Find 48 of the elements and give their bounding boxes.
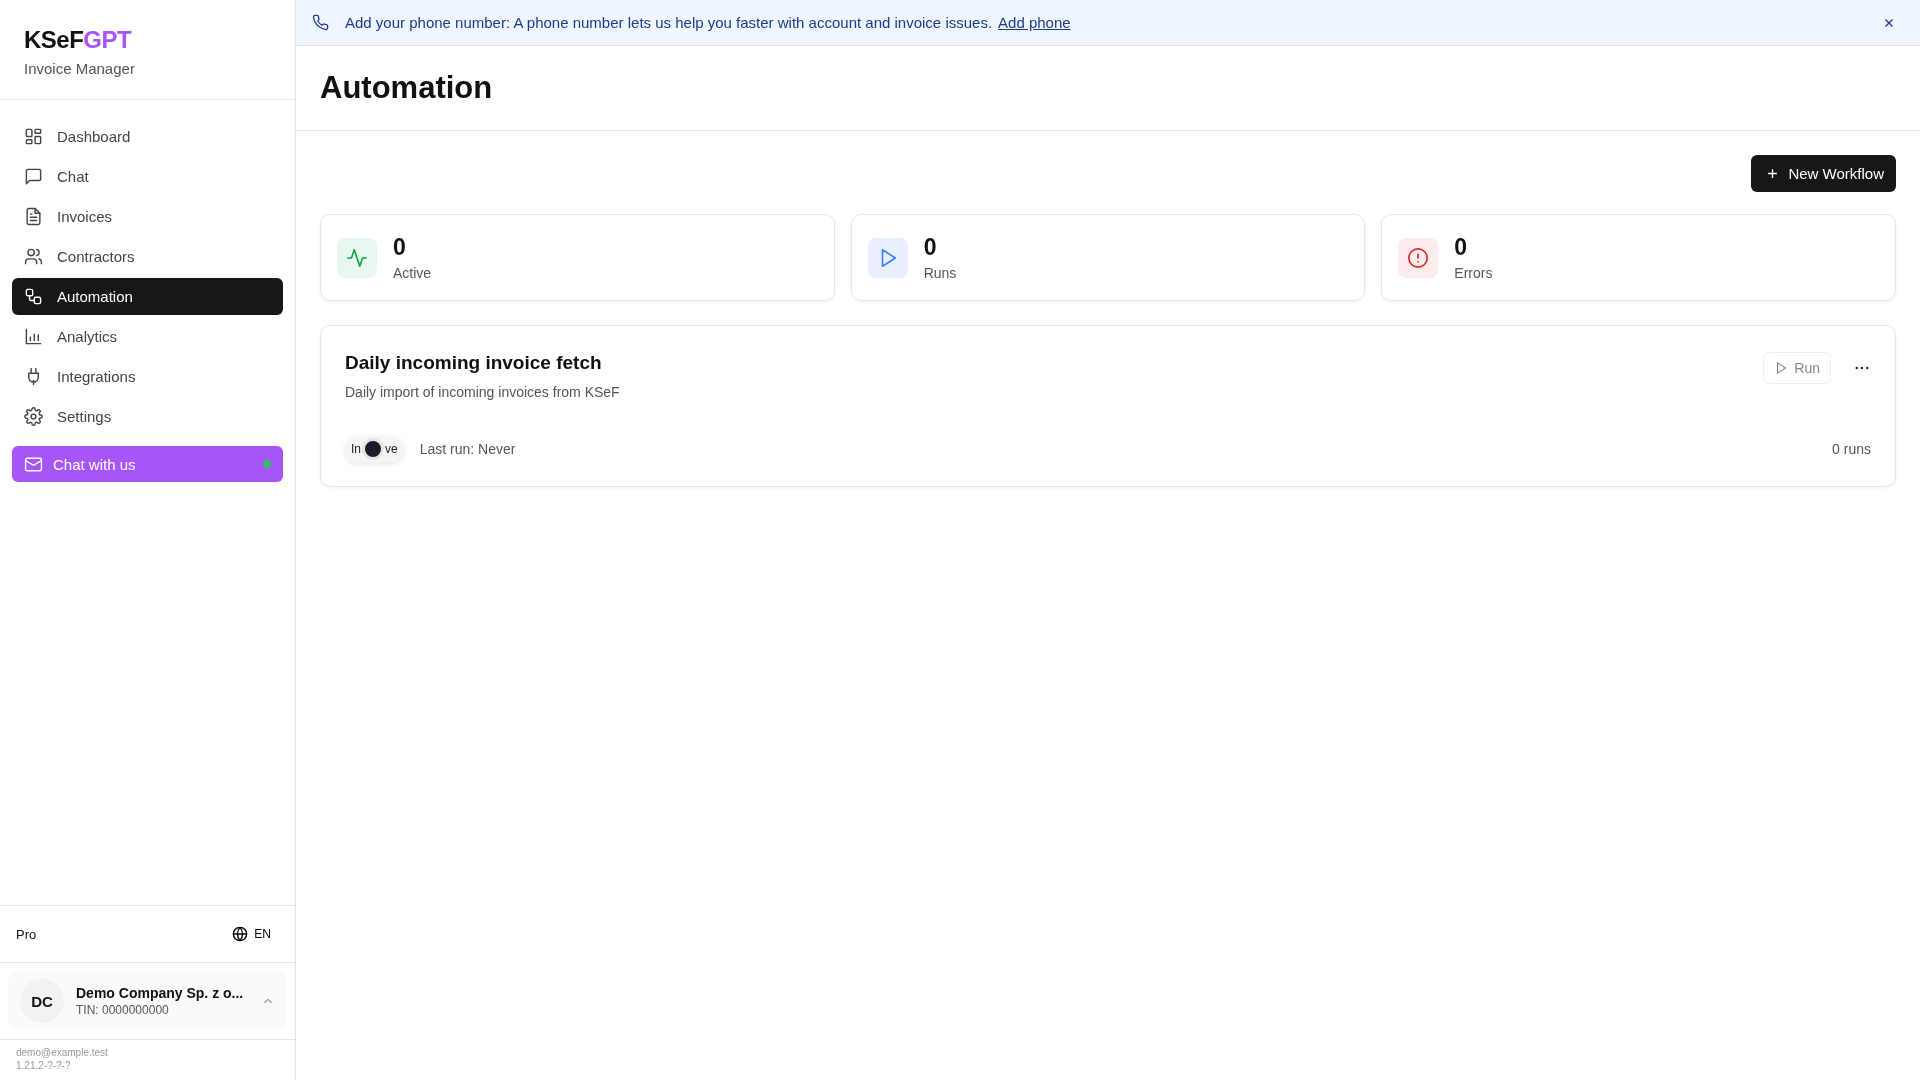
globe-icon: [232, 926, 249, 942]
nav-item[interactable]: Chat: [12, 158, 283, 195]
stat-value: 0: [393, 234, 407, 261]
workflow-description: Daily import of incoming invoices from KSeF: [345, 384, 620, 400]
logo: KSeFGPT: [24, 26, 132, 54]
workflow-icon: [24, 287, 43, 306]
company-tin: TIN: 0000000000: [76, 1003, 170, 1017]
nav-item[interactable]: Invoices: [12, 198, 283, 235]
nav-item[interactable]: Automation: [12, 278, 283, 315]
add-phone-link[interactable]: Add phone: [998, 14, 1071, 31]
banner-message: Add your phone number: A phone number lets us help you faster with account and invoice issues.: [345, 14, 993, 31]
stat-label: Runs: [923, 265, 957, 281]
nav-item[interactable]: Settings: [12, 398, 283, 435]
settings-icon: [24, 407, 43, 426]
new-workflow-button[interactable]: New Workflow: [1751, 155, 1896, 192]
play-icon: [867, 237, 908, 278]
page-title: Automation: [320, 70, 493, 106]
bar-chart-icon: [24, 327, 43, 346]
phone-icon: [312, 14, 329, 31]
plan-label: Pro: [16, 926, 37, 942]
company-switcher[interactable]: DC Demo Company Sp. z o... TIN: 0000000000: [8, 971, 287, 1031]
play-icon: [1774, 361, 1789, 375]
grid-icon: [24, 127, 43, 146]
chat-with-us-button[interactable]: Chat with us: [12, 446, 283, 482]
workflow-title: Daily incoming invoice fetch: [345, 352, 603, 374]
chat-bubble-icon: [24, 167, 43, 186]
nav-item[interactable]: Analytics: [12, 318, 283, 355]
document-icon: [24, 207, 43, 226]
stat-label: Errors: [1454, 265, 1493, 281]
nav-item[interactable]: Dashboard: [12, 118, 283, 155]
stat-value: 0: [923, 234, 938, 261]
users-icon: [24, 247, 43, 266]
active-toggle[interactable]: In ve: [345, 436, 404, 462]
last-run-text: Last run: Never: [419, 441, 516, 457]
app-subtitle: Invoice Manager: [24, 60, 136, 77]
nav-item[interactable]: Integrations: [12, 358, 283, 395]
stat-value: 0: [1454, 234, 1469, 261]
version-label: 1.21.2-?-?-?: [16, 1059, 72, 1072]
pulse-icon: [337, 237, 377, 278]
run-button[interactable]: Run: [1763, 352, 1831, 384]
language-button[interactable]: EN: [232, 926, 271, 942]
stat-label: Active: [393, 265, 432, 281]
mail-icon: [24, 454, 43, 474]
nav-item[interactable]: Contractors: [12, 238, 283, 275]
company-name: Demo Company Sp. z o...: [76, 985, 245, 1001]
company-avatar: DC: [20, 979, 64, 1023]
user-email: demo@example.test: [16, 1046, 109, 1059]
run-count: 0 runs: [1832, 441, 1871, 457]
